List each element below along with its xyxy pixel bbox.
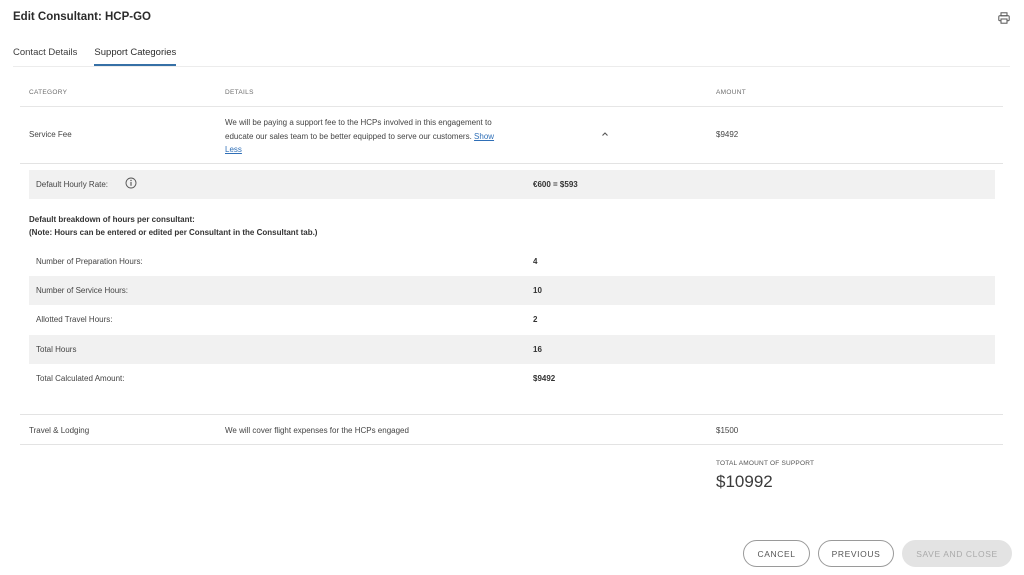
hourly-rate-value: €600 = $593 <box>533 180 578 189</box>
column-header-amount: AMOUNT <box>716 89 746 96</box>
travel-amount: $1500 <box>716 426 739 435</box>
page-title: Edit Consultant: HCP-GO <box>13 11 151 23</box>
travel-details: We will cover flight expenses for the HC… <box>225 426 409 435</box>
hours-row-label: Total Hours <box>36 345 77 354</box>
table-row-service-fee: Service Fee We will be paying a support … <box>20 107 1003 164</box>
hourly-rate-label: Default Hourly Rate: <box>36 180 109 189</box>
chevron-up-icon[interactable] <box>601 130 609 138</box>
tab-support-categories[interactable]: Support Categories <box>94 47 177 66</box>
hours-row-label: Total Calculated Amount: <box>36 374 125 383</box>
hours-row-value: 4 <box>533 257 538 266</box>
breakdown-title: Default breakdown of hours per consultan… <box>29 215 195 224</box>
hours-row-value: 16 <box>533 345 542 354</box>
table-header: CATEGORY DETAILS AMOUNT <box>20 86 1003 107</box>
info-icon[interactable] <box>125 177 137 189</box>
hours-row-label: Number of Preparation Hours: <box>36 257 143 266</box>
total-support-label: TOTAL AMOUNT OF SUPPORT <box>716 460 815 467</box>
tab-contact-details[interactable]: Contact Details <box>13 47 77 66</box>
printer-icon[interactable] <box>998 12 1010 24</box>
hours-row-label: Allotted Travel Hours: <box>36 315 113 324</box>
hours-row-value: $9492 <box>533 374 556 383</box>
hours-row-label: Number of Service Hours: <box>36 286 129 295</box>
hours-row-travel: Allotted Travel Hours: 2 <box>29 305 995 334</box>
travel-category: Travel & Lodging <box>29 426 90 435</box>
previous-button[interactable]: PREVIOUS <box>818 540 894 567</box>
column-header-category: CATEGORY <box>29 89 68 96</box>
hours-row-preparation: Number of Preparation Hours: 4 <box>29 247 995 276</box>
breakdown-heading: Default breakdown of hours per consultan… <box>29 213 317 239</box>
service-fee-category: Service Fee <box>29 130 72 139</box>
hours-row-total: Total Hours 16 <box>29 335 995 364</box>
table-row-travel-lodging: Travel & Lodging We will cover flight ex… <box>20 414 1003 445</box>
hours-row-value: 2 <box>533 315 538 324</box>
service-fee-details: We will be paying a support fee to the H… <box>225 116 500 157</box>
cancel-button[interactable]: CANCEL <box>743 540 810 567</box>
hours-row-value: 10 <box>533 286 542 295</box>
breakdown-note: (Note: Hours can be entered or edited pe… <box>29 228 318 237</box>
hours-row-service: Number of Service Hours: 10 <box>29 276 995 305</box>
column-header-details: DETAILS <box>225 89 254 96</box>
service-fee-details-text: We will be paying a support fee to the H… <box>225 118 492 141</box>
service-fee-amount: $9492 <box>716 130 739 139</box>
default-hourly-rate-row: Default Hourly Rate: €600 = $593 <box>29 170 995 199</box>
hours-row-calculated-amount: Total Calculated Amount: $9492 <box>29 364 995 393</box>
tab-bar: Contact Details Support Categories <box>13 47 1010 67</box>
total-support-value: $10992 <box>716 472 773 491</box>
save-and-close-button[interactable]: SAVE AND CLOSE <box>902 540 1012 567</box>
